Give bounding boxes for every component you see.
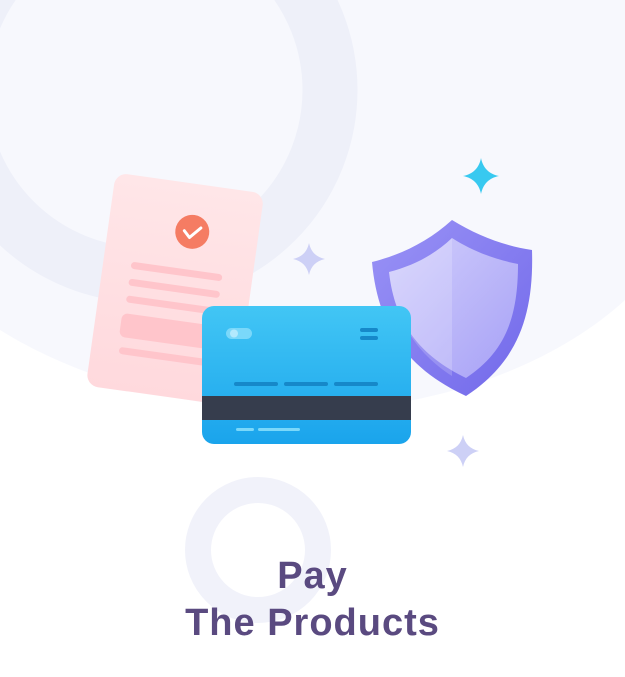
page-title-line2: The Products	[185, 602, 440, 644]
card-magnetic-stripe	[202, 396, 411, 420]
sparkle-icon	[293, 243, 325, 275]
sparkle-icon	[463, 158, 499, 194]
page-title-line1: Pay	[277, 555, 348, 597]
credit-card-icon	[202, 306, 411, 444]
sparkle-icon	[447, 435, 479, 467]
